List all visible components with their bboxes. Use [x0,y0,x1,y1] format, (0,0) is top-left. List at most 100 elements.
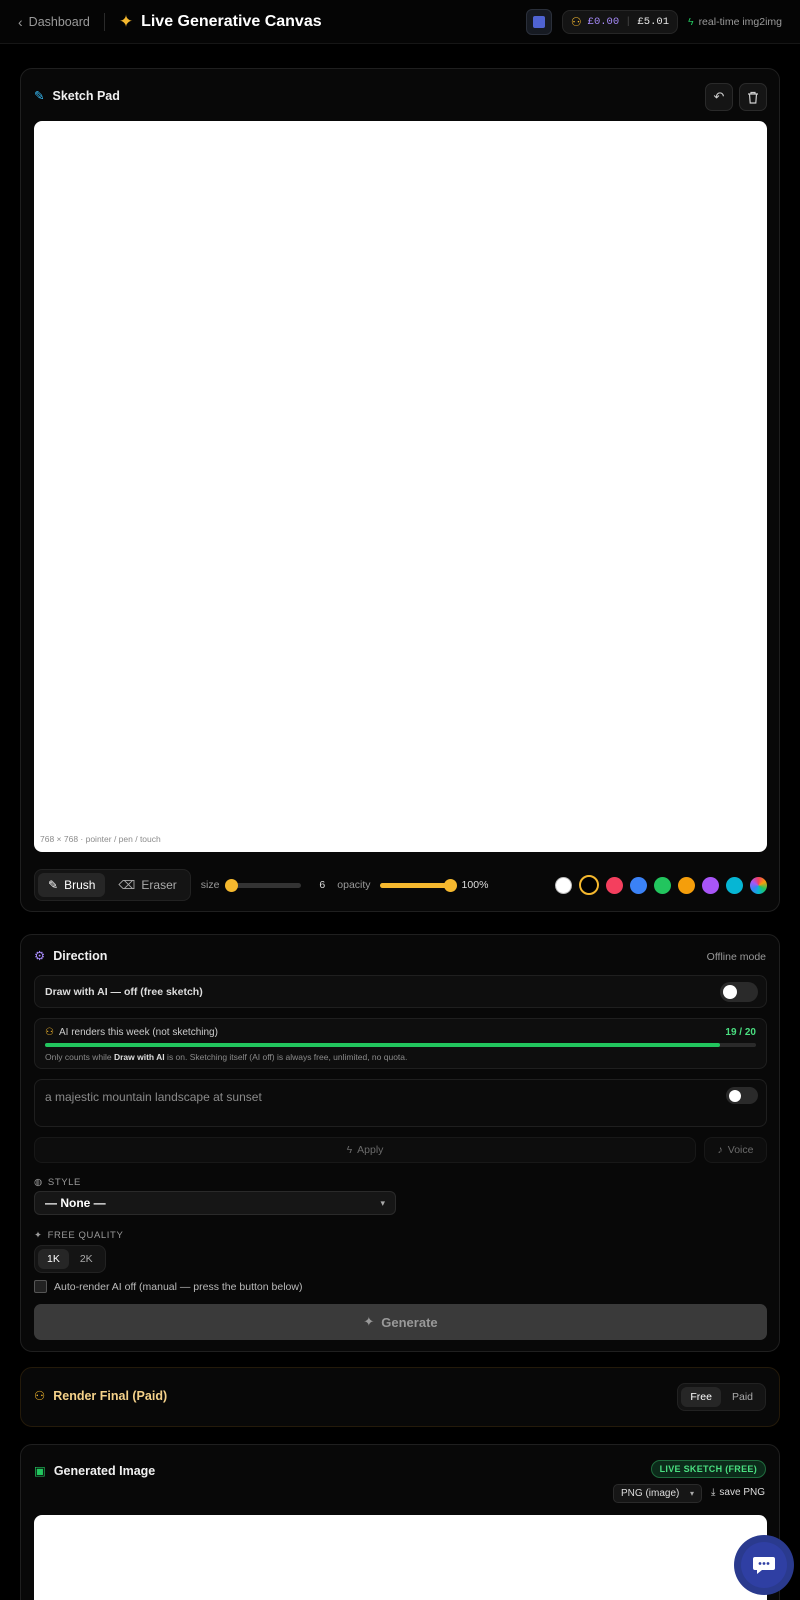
opacity-label: opacity [337,879,371,891]
canvas-hint: 768 × 768 · pointer / pen / touch [40,834,161,844]
renders-note-bold: Draw with AI [113,1052,165,1062]
direction-card: ⚙ Direction Offline mode Draw with AI — … [20,934,780,1352]
color-swatch[interactable] [702,876,719,894]
sketch-pad-card: ✎ Sketch Pad ↶ 768 × 768 · pointer / pen… [20,68,780,912]
color-swatch[interactable] [606,876,623,894]
chevron-down-icon: ▾ [380,1197,385,1208]
quality-switch: 1K 2K [34,1245,106,1273]
credit-balance[interactable]: ⚇ £0.00 | £5.01 [561,9,678,34]
opacity-slider-handle[interactable] [443,878,457,892]
color-swatch[interactable] [654,876,671,894]
prompt-box: a majestic mountain landscape at sunset [34,1079,767,1127]
color-swatch[interactable] [630,876,647,894]
teams-icon [532,15,545,28]
pen-icon: ✎ [34,89,45,103]
save-label: save PNG [719,1487,765,1498]
style-label: STYLE [47,1177,81,1188]
autorender-label: Auto-render AI off (manual — press the b… [54,1280,303,1293]
size-slider-handle[interactable] [225,878,239,892]
render-mode-switch: Free Paid [677,1383,766,1411]
image-icon: ▣ [34,1464,46,1478]
clear-canvas-button[interactable] [739,83,767,111]
sparkles-icon: ✦ [118,11,134,31]
sketch-pad-title: Sketch Pad [52,88,120,103]
opacity-slider[interactable] [379,878,457,892]
render-free-option[interactable]: Free [681,1387,721,1407]
prompt-input[interactable]: a majestic mountain landscape at sunset [45,1090,262,1104]
autorender-row: Auto-render AI off (manual — press the b… [34,1280,302,1293]
voice-label: Voice [727,1144,754,1156]
back-to-dashboard-link[interactable]: ‹ Dashboard [18,14,90,30]
render-paid-option[interactable]: Paid [723,1387,762,1407]
voice-button[interactable]: ♪ Voice [704,1137,767,1163]
brush-tool-button[interactable]: ✎ Brush [38,873,106,897]
render-final-header: ⚇ Render Final (Paid) [34,1388,168,1404]
bolt-icon: ϟ [346,1144,353,1156]
sliders-icon: ⚙ [34,949,46,963]
renders-progress-fill [45,1043,721,1047]
teams-button[interactable] [525,8,552,35]
eraser-icon: ⌫ [118,878,136,892]
credit-separator: | [625,15,632,28]
autorender-checkbox[interactable] [34,1280,47,1293]
apply-label: Apply [357,1144,384,1156]
divider [103,12,105,31]
brush-icon: ✎ [48,878,59,892]
color-swatch[interactable] [750,876,767,894]
direction-title: Direction [53,948,108,963]
download-icon: ⤓ [711,1487,716,1498]
color-swatch[interactable] [726,876,743,894]
chevron-left-icon: ‹ [18,13,23,30]
draw-with-ai-toggle[interactable] [720,982,758,1002]
renders-heading: ⚇ AI renders this week (not sketching) [45,1027,218,1038]
style-value: — None — [45,1196,106,1210]
microphone-icon: ♪ [717,1144,723,1156]
prompt-toggle[interactable] [726,1087,758,1104]
format-select[interactable]: PNG (image) ▾ [613,1484,702,1503]
palette-icon: ◍ [34,1177,43,1188]
mode-label: real-time img2img [698,15,782,28]
wand-icon: ✦ [363,1314,375,1329]
size-slider[interactable] [225,878,302,892]
quality-label: FREE QUALITY [47,1230,124,1241]
chevron-down-icon: ▾ [689,1489,694,1498]
color-swatch[interactable] [579,875,599,895]
save-png-button[interactable]: ⤓ save PNG [711,1487,765,1498]
format-value: PNG (image) [621,1488,680,1499]
color-swatches [548,875,767,895]
direction-header: ⚙ Direction [34,948,108,964]
toggle-knob [723,985,737,999]
prompt-toggle-knob [729,1089,741,1102]
renders-note-prefix: Only counts while [45,1052,114,1062]
color-swatch[interactable] [678,876,695,894]
color-swatch[interactable] [555,876,572,894]
undo-button[interactable]: ↶ [705,83,733,111]
drawing-canvas[interactable]: 768 × 768 · pointer / pen / touch [34,121,767,852]
chat-button[interactable] [734,1535,794,1595]
page-title-text: Live Generative Canvas [141,12,322,30]
renders-progress [45,1043,756,1047]
render-final-title: Render Final (Paid) [53,1388,168,1403]
eraser-label: Eraser [141,878,177,892]
trash-icon [748,91,758,104]
quality-1k-option[interactable]: 1K [38,1249,69,1269]
brush-toolbar: ✎ Brush ⌫ Eraser size 6 opacity 100% [34,867,767,903]
opacity-value: 100% [461,879,489,891]
renders-label: AI renders this week (not sketching) [58,1027,218,1038]
mode-indicator: ϟ real-time img2img [688,16,782,28]
eraser-tool-button[interactable]: ⌫ Eraser [108,873,186,897]
style-section-label: ◍ STYLE [34,1177,81,1188]
bolt-icon: ϟ [688,15,694,28]
draw-with-ai-label: Draw with AI — off (free sketch) [45,986,203,998]
style-select[interactable]: — None — ▾ [34,1191,396,1215]
credit-available: £5.01 [637,15,669,28]
coins-icon: ⚇ [34,1389,46,1403]
generated-image-card: ▣ Generated Image LIVE SKETCH (FREE) PNG… [20,1444,780,1600]
apply-button[interactable]: ϟ Apply [34,1137,696,1163]
quality-2k-option[interactable]: 2K [71,1249,102,1269]
generate-button[interactable]: ✦ Generate [34,1304,767,1340]
opacity-slider-fill [379,882,450,888]
generated-image-preview [34,1515,767,1600]
renders-note: Only counts while Draw with AI is on. Sk… [45,1052,407,1062]
generated-header: ▣ Generated Image [34,1463,155,1479]
